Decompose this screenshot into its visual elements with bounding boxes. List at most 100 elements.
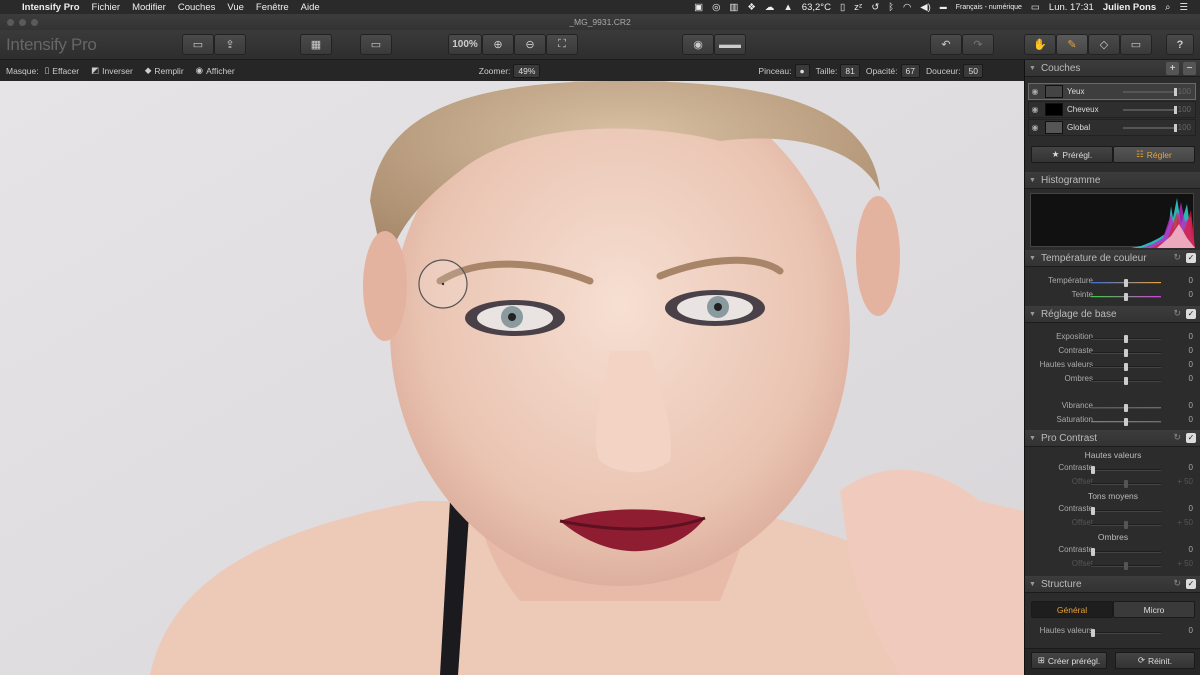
slider-knob[interactable] bbox=[1091, 629, 1095, 637]
slider-knob[interactable] bbox=[1124, 418, 1128, 426]
undo-button[interactable]: ↶ bbox=[930, 34, 962, 55]
fit-screen-button[interactable]: ⛶ bbox=[546, 34, 578, 55]
menu-fichier[interactable]: Fichier bbox=[92, 2, 121, 13]
gift-button[interactable]: ▦ bbox=[300, 34, 332, 55]
reset-icon[interactable]: ↻ bbox=[1173, 252, 1181, 263]
temperature-header[interactable]: ▼ Température de couleur ↻ ✓ bbox=[1025, 250, 1200, 267]
eye-icon[interactable]: ◉ bbox=[1029, 105, 1041, 114]
menu-fenetre[interactable]: Fenêtre bbox=[256, 2, 289, 13]
tab-adjust[interactable]: ☷ Régler bbox=[1113, 146, 1195, 163]
histogram-header[interactable]: ▼ Histogramme bbox=[1025, 172, 1200, 189]
add-layer-button[interactable]: + bbox=[1166, 62, 1179, 75]
slider-knob[interactable] bbox=[1124, 377, 1128, 385]
layer-opacity-slider[interactable] bbox=[1123, 88, 1177, 96]
slider-pc-shadows-offset[interactable]: Offset + 50 bbox=[1025, 559, 1200, 571]
slider-pc-shadows-contrast[interactable]: Contraste 0 bbox=[1025, 545, 1200, 557]
gradient-tool-button[interactable]: ▭ bbox=[1120, 34, 1152, 55]
battery-status-icon[interactable]: ▥ bbox=[729, 2, 738, 13]
reset-icon[interactable]: ↻ bbox=[1173, 432, 1181, 443]
base-toggle[interactable]: ✓ bbox=[1186, 309, 1196, 319]
slider-vibrance[interactable]: Vibrance 0 bbox=[1025, 401, 1200, 413]
redo-button[interactable]: ↷ bbox=[962, 34, 994, 55]
slider-pc-highlights-contrast[interactable]: Contraste 0 bbox=[1025, 463, 1200, 475]
eye-icon[interactable]: ◉ bbox=[1029, 87, 1041, 96]
slider-structure-highlights[interactable]: Hautes valeurs 0 bbox=[1025, 626, 1200, 638]
slider-teinte[interactable]: Teinte 0 bbox=[1025, 290, 1200, 302]
slider-pc-highlights-offset[interactable]: Offset + 50 bbox=[1025, 477, 1200, 489]
slider-pc-midtones-offset[interactable]: Offset + 50 bbox=[1025, 518, 1200, 530]
taille-select[interactable]: 81 bbox=[840, 63, 860, 78]
drive-icon[interactable]: ▲ bbox=[783, 2, 792, 13]
brush-tool-button[interactable]: ✎ bbox=[1056, 34, 1088, 55]
spiral-icon[interactable]: ◎ bbox=[712, 2, 720, 13]
slider-exposition[interactable]: Exposition 0 bbox=[1025, 332, 1200, 344]
spotlight-icon[interactable]: ⌕ bbox=[1165, 2, 1170, 13]
close-window-button[interactable] bbox=[7, 19, 14, 26]
camera-icon[interactable]: ▣ bbox=[694, 2, 703, 13]
clock[interactable]: Lun. 17:31 bbox=[1049, 2, 1094, 13]
slider-knob[interactable] bbox=[1124, 521, 1128, 529]
layer-global[interactable]: ◉ Global 100 bbox=[1028, 119, 1196, 136]
zoom-in-button[interactable]: ⊕ bbox=[482, 34, 514, 55]
slider-knob[interactable] bbox=[1091, 466, 1095, 474]
bluetooth-icon[interactable]: ᛒ bbox=[888, 2, 894, 13]
temperature-readout[interactable]: 63,2°C bbox=[802, 2, 831, 13]
slider-knob[interactable] bbox=[1124, 363, 1128, 371]
tab-structure-general[interactable]: Général bbox=[1031, 601, 1113, 618]
open-button[interactable]: ▭ bbox=[182, 34, 214, 55]
split-view-button[interactable]: ▬▬ bbox=[714, 34, 746, 55]
zoomer-select[interactable]: 49% bbox=[513, 63, 541, 78]
zoom-window-button[interactable] bbox=[31, 19, 38, 26]
layer-yeux[interactable]: ◉ Yeux 100 bbox=[1028, 83, 1196, 100]
structure-header[interactable]: ▼ Structure ↻ ✓ bbox=[1025, 576, 1200, 593]
slider-saturation[interactable]: Saturation 0 bbox=[1025, 415, 1200, 427]
procontrast-header[interactable]: ▼ Pro Contrast ↻ ✓ bbox=[1025, 430, 1200, 447]
slider-ombres[interactable]: Ombres 0 bbox=[1025, 374, 1200, 386]
menu-vue[interactable]: Vue bbox=[227, 2, 244, 13]
slider-pc-midtones-contrast[interactable]: Contraste 0 bbox=[1025, 504, 1200, 516]
menu-app-name[interactable]: Intensify Pro bbox=[22, 2, 80, 13]
reset-icon[interactable]: ↻ bbox=[1173, 578, 1181, 589]
volume-icon[interactable]: ◀) bbox=[920, 2, 930, 13]
layer-cheveux[interactable]: ◉ Cheveux 100 bbox=[1028, 101, 1196, 118]
inverser-button[interactable]: ◩ Inverser bbox=[91, 65, 133, 76]
slider-temperature[interactable]: Température 0 bbox=[1025, 276, 1200, 288]
zoom-100-button[interactable]: 100% bbox=[448, 34, 482, 55]
slider-knob[interactable] bbox=[1124, 349, 1128, 357]
eraser-tool-button[interactable]: ◇ bbox=[1088, 34, 1120, 55]
create-preset-button[interactable]: ⊞ Créer prérégl. bbox=[1031, 652, 1107, 669]
compare-view-button[interactable]: ▭ bbox=[360, 34, 392, 55]
image-canvas[interactable] bbox=[0, 81, 1024, 675]
effacer-button[interactable]: ▯ Effacer bbox=[45, 65, 79, 76]
opacite-select[interactable]: 67 bbox=[900, 63, 920, 78]
preview-eye-button[interactable]: ◉ bbox=[682, 34, 714, 55]
time-machine-icon[interactable]: ↺ bbox=[871, 2, 879, 13]
hand-tool-button[interactable]: ✋ bbox=[1024, 34, 1056, 55]
procontrast-toggle[interactable]: ✓ bbox=[1186, 433, 1196, 443]
slider-knob[interactable] bbox=[1124, 562, 1128, 570]
notification-icon[interactable]: ☰ bbox=[1179, 2, 1188, 13]
flag-icon[interactable]: ▬ bbox=[940, 4, 947, 11]
slider-knob[interactable] bbox=[1091, 548, 1095, 556]
menu-aide[interactable]: Aide bbox=[301, 2, 320, 13]
layer-opacity-slider[interactable] bbox=[1123, 106, 1177, 114]
cloud-icon[interactable]: ☁ bbox=[765, 2, 775, 13]
slider-knob[interactable] bbox=[1124, 279, 1128, 287]
user-name[interactable]: Julien Pons bbox=[1103, 2, 1156, 13]
douceur-select[interactable]: 50 bbox=[963, 63, 983, 78]
slider-contraste[interactable]: Contraste 0 bbox=[1025, 346, 1200, 358]
fan-icon[interactable]: ▯ bbox=[840, 2, 845, 13]
menu-modifier[interactable]: Modifier bbox=[132, 2, 166, 13]
battery-icon[interactable]: ▭ bbox=[1031, 2, 1040, 13]
remplir-button[interactable]: ◆ Remplir bbox=[145, 65, 184, 76]
minimize-window-button[interactable] bbox=[19, 19, 26, 26]
slider-knob[interactable] bbox=[1124, 480, 1128, 488]
slider-hautes-valeurs[interactable]: Hautes valeurs 0 bbox=[1025, 360, 1200, 372]
couches-header[interactable]: ▼ Couches + − bbox=[1025, 60, 1200, 77]
reset-button[interactable]: ⟳ Réinit. bbox=[1115, 652, 1195, 669]
base-header[interactable]: ▼ Réglage de base ↻ ✓ bbox=[1025, 306, 1200, 323]
temperature-toggle[interactable]: ✓ bbox=[1186, 253, 1196, 263]
reset-icon[interactable]: ↻ bbox=[1173, 308, 1181, 319]
afficher-button[interactable]: ◉ Afficher bbox=[196, 65, 235, 76]
zoom-out-button[interactable]: ⊖ bbox=[514, 34, 546, 55]
